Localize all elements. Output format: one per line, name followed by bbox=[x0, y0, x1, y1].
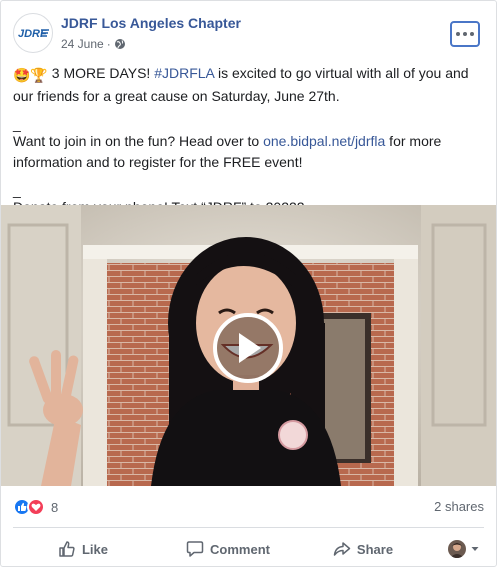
page-avatar[interactable]: JDRF bbox=[13, 13, 53, 53]
reaction-count: 8 bbox=[51, 499, 59, 515]
post-text-segment: Want to join in on the fun? Head over to bbox=[13, 133, 264, 149]
post-paragraph-1: 🤩🏆 3 MORE DAYS! #JDRFLA is excited to go… bbox=[13, 63, 482, 107]
hashtag-link[interactable]: #JDRFLA bbox=[154, 65, 214, 81]
separator-underscore: _ bbox=[13, 116, 21, 132]
share-arrow-icon bbox=[333, 542, 351, 556]
reaction-audience-selector[interactable] bbox=[423, 533, 484, 565]
like-label: Like bbox=[81, 541, 108, 557]
action-bar: Like Comment Share bbox=[13, 533, 484, 565]
post-paragraph-2: Want to join in on the fun? Head over to… bbox=[13, 131, 482, 173]
shares-count[interactable]: 2 shares bbox=[434, 499, 484, 514]
post-date[interactable]: 24 June bbox=[61, 37, 104, 51]
like-button[interactable]: Like bbox=[13, 533, 153, 565]
comment-icon bbox=[186, 541, 204, 557]
reaction-icons bbox=[13, 498, 47, 516]
love-reaction-icon bbox=[27, 498, 45, 516]
post-text-segment: 3 MORE DAYS! bbox=[47, 65, 155, 81]
play-button[interactable] bbox=[213, 313, 283, 383]
more-options-button[interactable] bbox=[450, 21, 480, 47]
divider bbox=[13, 527, 484, 528]
share-button[interactable]: Share bbox=[303, 533, 423, 565]
dot-icon bbox=[463, 32, 467, 36]
thumbs-up-icon bbox=[59, 541, 75, 557]
share-label: Share bbox=[356, 541, 394, 557]
globe-icon[interactable] bbox=[114, 38, 126, 50]
video-player[interactable] bbox=[1, 205, 496, 486]
caret-down-icon bbox=[471, 547, 479, 551]
meta-separator: · bbox=[106, 37, 111, 51]
comment-label: Comment bbox=[210, 541, 270, 557]
jdrf-logo: JDRF bbox=[18, 28, 49, 40]
post-text: 🤩🏆 3 MORE DAYS! #JDRFLA is excited to go… bbox=[13, 63, 482, 218]
star-struck-trophy-emoji: 🤩🏆 bbox=[13, 67, 48, 83]
dot-icon bbox=[470, 32, 474, 36]
post-header: JDRF JDRF Los Angeles Chapter 24 June · bbox=[13, 13, 484, 55]
user-avatar bbox=[448, 540, 466, 558]
post-meta: 24 June · bbox=[61, 37, 126, 51]
separator-underscore: _ bbox=[13, 182, 21, 198]
bidpal-link[interactable]: one.bidpal.net/jdrfla bbox=[263, 133, 385, 149]
facebook-post: JDRF JDRF Los Angeles Chapter 24 June · … bbox=[0, 0, 497, 567]
comment-button[interactable]: Comment bbox=[153, 533, 303, 565]
reaction-summary[interactable]: 8 bbox=[13, 497, 58, 517]
dot-icon bbox=[456, 32, 460, 36]
play-icon bbox=[239, 333, 261, 363]
page-name-link[interactable]: JDRF Los Angeles Chapter bbox=[61, 15, 241, 31]
